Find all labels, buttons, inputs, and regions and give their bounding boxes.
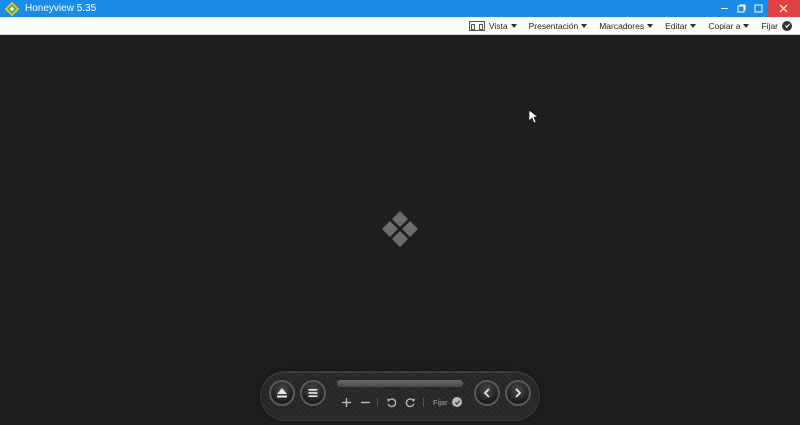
menu-vista[interactable]: Vista xyxy=(468,17,517,35)
check-circle-icon[interactable] xyxy=(452,397,462,407)
zoom-in-icon[interactable] xyxy=(339,395,353,409)
menu-vista-label: Vista xyxy=(488,20,508,31)
restore-icon[interactable] xyxy=(733,0,750,17)
pin-label: Fijar xyxy=(761,20,778,31)
eject-button[interactable] xyxy=(269,380,295,406)
menu-presentacion-label: Presentación xyxy=(528,20,579,31)
dropdown-arrow-icon xyxy=(510,23,517,28)
dropdown-arrow-icon xyxy=(690,23,697,28)
toolbar-pin-label[interactable]: Fijar xyxy=(433,398,448,407)
app-logo-icon xyxy=(3,0,21,17)
dropdown-arrow-icon xyxy=(647,23,654,28)
window-title: Honeyview 5.35 xyxy=(25,3,97,14)
menu-bar: Vista Presentación Marcadores Editar Cop… xyxy=(0,17,800,35)
rotate-left-icon[interactable] xyxy=(384,395,398,409)
menu-marcadores-label: Marcadores xyxy=(599,20,645,31)
dropdown-arrow-icon xyxy=(743,23,750,28)
view-icon xyxy=(468,20,485,31)
menu-marcadores[interactable]: Marcadores xyxy=(599,17,654,35)
honeyview-logo-icon xyxy=(382,211,418,247)
zoom-out-icon[interactable] xyxy=(358,395,372,409)
check-circle-icon xyxy=(782,20,792,31)
rotate-right-icon[interactable] xyxy=(403,395,417,409)
previous-button[interactable] xyxy=(474,380,500,406)
menu-presentacion[interactable]: Presentación xyxy=(529,17,588,35)
next-button[interactable] xyxy=(505,380,531,406)
bottom-toolbar: Fijar xyxy=(260,371,540,421)
menu-copiar-a[interactable]: Copiar a xyxy=(708,17,750,35)
mouse-cursor-icon xyxy=(529,110,539,124)
progress-slider[interactable] xyxy=(337,380,463,387)
title-bar: Honeyview 5.35 xyxy=(0,0,800,17)
menu-editar[interactable]: Editar xyxy=(665,17,697,35)
menu-copiar-a-label: Copiar a xyxy=(708,20,741,31)
menu-button[interactable] xyxy=(300,380,326,406)
menu-editar-label: Editar xyxy=(665,20,688,31)
pin-toggle[interactable]: Fijar xyxy=(761,17,792,35)
toolbar-divider xyxy=(423,398,424,407)
eject-icon xyxy=(277,388,287,398)
close-icon xyxy=(779,4,788,13)
toolbar-divider xyxy=(377,398,378,407)
previous-icon xyxy=(483,388,490,398)
close-button[interactable] xyxy=(767,0,800,17)
next-icon xyxy=(515,388,522,398)
menu-icon xyxy=(308,389,318,397)
minimize-icon[interactable] xyxy=(716,0,733,17)
dropdown-arrow-icon xyxy=(581,23,588,28)
maximize-icon[interactable] xyxy=(750,0,767,17)
